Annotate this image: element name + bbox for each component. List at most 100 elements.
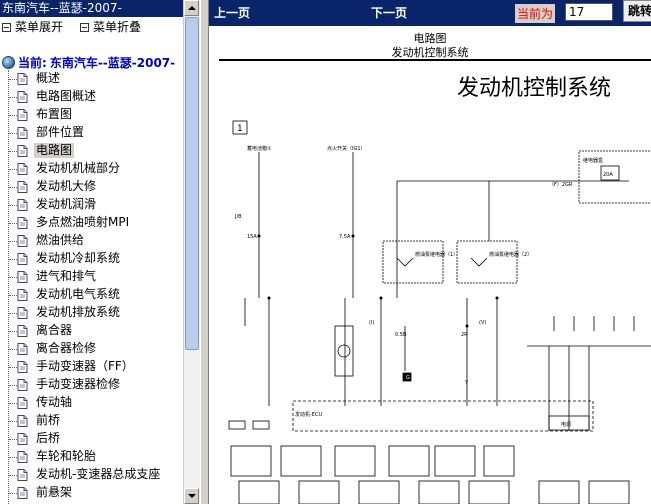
tree-item[interactable]: 发动机-变速器总成支座 [0, 466, 183, 484]
tree-item-label: 多点燃油喷射MPI [36, 215, 130, 229]
pump-relay-2-box [456, 240, 518, 284]
tree-item-label: 手动变速器检修 [36, 377, 121, 391]
tree-connector [9, 475, 17, 476]
tree-connector [9, 331, 17, 332]
tree-item[interactable]: 离合器检修 [0, 340, 183, 358]
document-icon [17, 325, 28, 337]
figure-number: 1 [237, 124, 243, 134]
tree-item-label: 发动机机械部分 [36, 161, 121, 175]
relay-box-label: 继电器盒 [583, 157, 603, 164]
globe-icon [2, 56, 15, 69]
tree-item[interactable]: 概述 [0, 70, 183, 88]
tree-connector [9, 205, 17, 206]
left-navigation-panel: 东南汽车--蓝瑟-2007- 菜单展开 菜单折叠 当前: 东南汽车--蓝瑟-200… [0, 0, 200, 504]
tree-item[interactable]: 发动机大修 [0, 178, 183, 196]
tree-item[interactable]: 前桥 [0, 412, 183, 430]
tree-connector [9, 223, 17, 224]
page-navigation-bar: 上一页 下一页 当前为 跳转 [209, 0, 651, 26]
tree-item[interactable]: 发动机润滑 [0, 196, 183, 214]
tree-item[interactable]: 多点燃油喷射MPI [0, 214, 183, 232]
tree-item-label: 电路图概述 [36, 89, 97, 103]
tree-item-label: 发动机大修 [36, 179, 97, 193]
wiring-diagram: 1 蓄电池箱① 点火开关（IG1） 继电器盒 20A （F）2GR J/B 15… [228, 120, 651, 504]
tree-item[interactable]: 前悬架 [0, 484, 183, 502]
tree-connector [9, 97, 17, 98]
next-page-link[interactable]: 下一页 [371, 4, 407, 21]
wire-i-label: (I) [369, 320, 374, 326]
tree-connector [9, 115, 17, 116]
tree-item[interactable]: 发动机排放系统 [0, 304, 183, 322]
expand-menu-button[interactable]: 菜单展开 [2, 18, 63, 36]
wire-y-label: Y [464, 380, 469, 386]
tree-item[interactable]: 传动轴 [0, 394, 183, 412]
pump-relay-1-label: 燃油泵继电器（1） [415, 251, 458, 258]
tree-toolbar: 菜单展开 菜单折叠 [0, 18, 183, 36]
document-icon [17, 127, 28, 139]
tree-item[interactable]: 后桥 [0, 430, 183, 448]
document-icon [17, 289, 28, 301]
wire-05b-label: 0.5B [395, 332, 407, 338]
tree-connector [9, 295, 17, 296]
tree-item[interactable]: 布置图 [0, 106, 183, 124]
document-icon [17, 307, 28, 319]
tree-item[interactable]: 电路图 [0, 142, 183, 160]
tree-item[interactable]: 燃油供给 [0, 232, 183, 250]
left-scrollbar[interactable] [183, 0, 200, 504]
document-icon [17, 253, 28, 265]
tree-item-label: 离合器检修 [36, 341, 97, 355]
document-icon [17, 469, 28, 481]
tree-item[interactable]: 部件位置 [0, 124, 183, 142]
collapse-menu-button[interactable]: 菜单折叠 [80, 18, 141, 36]
wire-v-label: (V) [479, 320, 486, 326]
frame-divider[interactable] [200, 0, 209, 504]
tree-item[interactable]: 电路图概述 [0, 88, 183, 106]
prev-page-link[interactable]: 上一页 [214, 4, 250, 21]
tree-item[interactable]: 发动机冷却系统 [0, 250, 183, 268]
document-icon [17, 397, 28, 409]
fuse-15a-label: 15A [247, 234, 257, 240]
scroll-thumb[interactable] [185, 17, 199, 350]
document-icon [17, 109, 28, 121]
document-icon [17, 379, 28, 391]
tree-connector [9, 457, 17, 458]
tree-connector [9, 313, 17, 314]
tree-item[interactable]: 手动变速器（FF） [0, 358, 183, 376]
pump-relay-2-label: 燃油泵继电器（2） [489, 251, 532, 258]
wire-2r-label: 2R [461, 332, 468, 338]
junction-label: J/B [234, 214, 242, 220]
tree-item-label: 发动机润滑 [36, 197, 97, 211]
current-model-node[interactable]: 当前: 东南汽车--蓝瑟-2007- [2, 54, 175, 71]
tree-connector [9, 349, 17, 350]
document-icon [17, 451, 28, 463]
tree-item-label: 车轮和轮胎 [36, 449, 97, 463]
page-number-input[interactable] [565, 3, 613, 21]
tree-item[interactable]: 离合器 [0, 322, 183, 340]
document-icon [17, 217, 28, 229]
ground-label: G [406, 375, 410, 381]
tree-item-label: 前悬架 [36, 485, 73, 499]
tree-connector [9, 187, 17, 188]
current-model: 东南汽车--蓝瑟-2007- [49, 56, 176, 70]
document-icon [17, 73, 28, 85]
tree-connector [9, 421, 17, 422]
scroll-up-button[interactable] [184, 0, 199, 16]
tree-item-label: 后桥 [36, 431, 61, 445]
tree-item[interactable]: 发动机电气系统 [0, 286, 183, 304]
tree-item-label: 电路图 [34, 143, 75, 158]
pump-relay-1-box [382, 240, 444, 284]
tree-item-label: 部件位置 [36, 125, 85, 139]
tree-item-label: 进气和排气 [36, 269, 97, 283]
tree-item[interactable]: 进气和排气 [0, 268, 183, 286]
fuse-box-label: 蓄电池箱① [247, 145, 272, 152]
tree-item[interactable]: 车轮和轮胎 [0, 448, 183, 466]
document-icon [17, 361, 28, 373]
scroll-down-button[interactable] [184, 488, 199, 504]
tree-item[interactable]: 手动变速器检修 [0, 376, 183, 394]
collapse-menu-label: 菜单折叠 [93, 20, 142, 34]
current-page-label: 当前为 [515, 4, 556, 23]
tree-connector [9, 151, 17, 152]
tree-item-label: 布置图 [36, 107, 73, 121]
tree-connector [9, 403, 17, 404]
jump-button[interactable]: 跳转 [623, 0, 651, 22]
tree-item[interactable]: 发动机机械部分 [0, 160, 183, 178]
